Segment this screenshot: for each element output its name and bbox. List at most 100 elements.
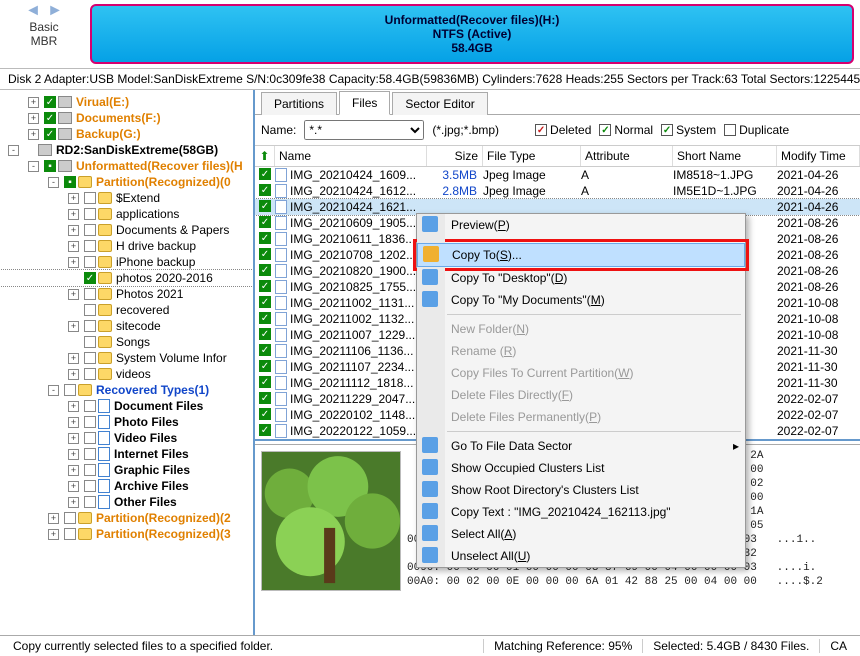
checkbox-icon[interactable] [84, 480, 96, 492]
expander-icon[interactable]: + [28, 97, 39, 108]
checkbox-icon[interactable] [84, 256, 96, 268]
checkbox-icon[interactable] [84, 208, 96, 220]
expander-icon[interactable]: + [68, 497, 79, 508]
tree-item[interactable]: +✓Backup(G:) [0, 126, 253, 142]
expander-icon[interactable]: - [28, 161, 39, 172]
context-menu-item[interactable]: Copy To "My Documents"(M) [417, 289, 745, 311]
tree-item[interactable]: +Partition(Recognized)(3 [0, 526, 253, 542]
tree-item[interactable]: Songs [0, 334, 253, 350]
tree-item[interactable]: -Recovered Types(1) [0, 382, 253, 398]
checkbox-icon[interactable]: ✓ [259, 344, 271, 356]
expander-icon[interactable]: - [8, 145, 19, 156]
checkbox-icon[interactable]: ✓ [44, 96, 56, 108]
tab-partitions[interactable]: Partitions [261, 92, 337, 115]
tree-item[interactable]: +Internet Files [0, 446, 253, 462]
checkbox-icon[interactable] [84, 304, 96, 316]
name-filter-select[interactable]: *.* [304, 120, 424, 140]
checkbox-icon[interactable] [84, 432, 96, 444]
file-header[interactable]: ⬆ Name Size File Type Attribute Short Na… [255, 145, 860, 167]
context-menu-item[interactable]: Copy To "Desktop"(D) [417, 267, 745, 289]
context-menu-item[interactable]: Show Root Directory's Clusters List [417, 479, 745, 501]
context-menu-item[interactable]: Preview(P) [417, 214, 745, 236]
checkbox-icon[interactable]: ✓ [259, 328, 271, 340]
tab-sector-editor[interactable]: Sector Editor [392, 92, 487, 115]
tree-item[interactable]: +Document Files [0, 398, 253, 414]
checkbox-icon[interactable] [84, 192, 96, 204]
checkbox-icon[interactable] [84, 336, 96, 348]
context-menu-item[interactable]: Copy Text : "IMG_20210424_162113.jpg" [417, 501, 745, 523]
checkbox-icon[interactable]: ✓ [259, 184, 271, 196]
expander-icon[interactable]: + [68, 209, 79, 220]
expander-icon[interactable]: + [68, 417, 79, 428]
tree-item[interactable]: +H drive backup [0, 238, 253, 254]
tree-item[interactable]: +System Volume Infor [0, 350, 253, 366]
expander-icon[interactable]: + [48, 513, 59, 524]
checkbox-icon[interactable]: ✓ [259, 168, 271, 180]
tree-item[interactable]: -▪Partition(Recognized)(0 [0, 174, 253, 190]
tree-item[interactable]: +Other Files [0, 494, 253, 510]
tree-item[interactable]: +Partition(Recognized)(2 [0, 510, 253, 526]
checkbox-icon[interactable]: ✓ [259, 408, 271, 420]
tree-item[interactable]: -▪Unformatted(Recover files)(H [0, 158, 253, 174]
checkbox-icon[interactable] [84, 240, 96, 252]
checkbox-icon[interactable] [64, 384, 76, 396]
checkbox-icon[interactable] [64, 528, 76, 540]
checkbox-icon[interactable]: ✓ [259, 264, 271, 276]
volume-box[interactable]: Unformatted(Recover files)(H:) NTFS (Act… [90, 4, 854, 64]
tree-item[interactable]: +✓Documents(F:) [0, 110, 253, 126]
tree-item[interactable]: -RD2:SanDiskExtreme(58GB) [0, 142, 253, 158]
expander-icon[interactable]: + [68, 481, 79, 492]
chk-normal[interactable]: Normal [599, 123, 653, 137]
checkbox-icon[interactable]: ✓ [44, 128, 56, 140]
checkbox-icon[interactable]: ▪ [64, 176, 76, 188]
context-menu[interactable]: Preview(P) Copy To(S)...Copy To "Desktop"… [416, 213, 746, 568]
chk-deleted[interactable]: Deleted [535, 123, 591, 137]
checkbox-icon[interactable] [84, 496, 96, 508]
checkbox-icon[interactable]: ✓ [259, 376, 271, 388]
chk-duplicate[interactable]: Duplicate [724, 123, 789, 137]
checkbox-icon[interactable] [64, 512, 76, 524]
checkbox-icon[interactable]: ✓ [259, 248, 271, 260]
checkbox-icon[interactable]: ✓ [259, 360, 271, 372]
tree-item[interactable]: ✓photos 2020-2016 [0, 270, 253, 286]
tree-item[interactable]: +Video Files [0, 430, 253, 446]
context-menu-item[interactable]: Copy To(S)... [417, 243, 745, 267]
checkbox-icon[interactable]: ✓ [259, 280, 271, 292]
checkbox-icon[interactable]: ▪ [44, 160, 56, 172]
checkbox-icon[interactable] [84, 352, 96, 364]
tree-item[interactable]: +Photo Files [0, 414, 253, 430]
expander-icon[interactable]: + [68, 241, 79, 252]
expander-icon[interactable]: + [68, 257, 79, 268]
expander-icon[interactable]: + [68, 401, 79, 412]
expander-icon[interactable]: + [68, 193, 79, 204]
expander-icon[interactable]: + [68, 321, 79, 332]
checkbox-icon[interactable] [84, 464, 96, 476]
expander-icon[interactable]: + [28, 113, 39, 124]
expander-icon[interactable]: + [68, 369, 79, 380]
checkbox-icon[interactable] [84, 400, 96, 412]
tree-item[interactable]: +Archive Files [0, 478, 253, 494]
tab-files[interactable]: Files [339, 91, 390, 115]
checkbox-icon[interactable]: ✓ [259, 424, 271, 436]
checkbox-icon[interactable] [84, 320, 96, 332]
expander-icon[interactable]: + [68, 449, 79, 460]
tree-item[interactable]: +applications [0, 206, 253, 222]
nav-fwd-icon[interactable]: ► [46, 2, 64, 20]
checkbox-icon[interactable]: ✓ [44, 112, 56, 124]
expander-icon[interactable]: - [48, 385, 59, 396]
checkbox-icon[interactable]: ✓ [259, 312, 271, 324]
tree-item[interactable]: +sitecode [0, 318, 253, 334]
expander-icon[interactable]: - [48, 177, 59, 188]
context-menu-item[interactable]: ✓Select All(A) [417, 523, 745, 545]
checkbox-icon[interactable] [84, 368, 96, 380]
tree-item[interactable]: +iPhone backup [0, 254, 253, 270]
tree-item[interactable]: +✓Virual(E:) [0, 94, 253, 110]
tree-item[interactable]: +Graphic Files [0, 462, 253, 478]
expander-icon[interactable]: + [68, 465, 79, 476]
checkbox-icon[interactable]: ✓ [259, 216, 271, 228]
checkbox-icon[interactable] [84, 288, 96, 300]
nav-back-icon[interactable]: ◄ [24, 2, 42, 20]
expander-icon[interactable]: + [68, 225, 79, 236]
context-menu-item[interactable]: Unselect All(U) [417, 545, 745, 567]
context-menu-item[interactable]: Go To File Data Sector▸ [417, 435, 745, 457]
